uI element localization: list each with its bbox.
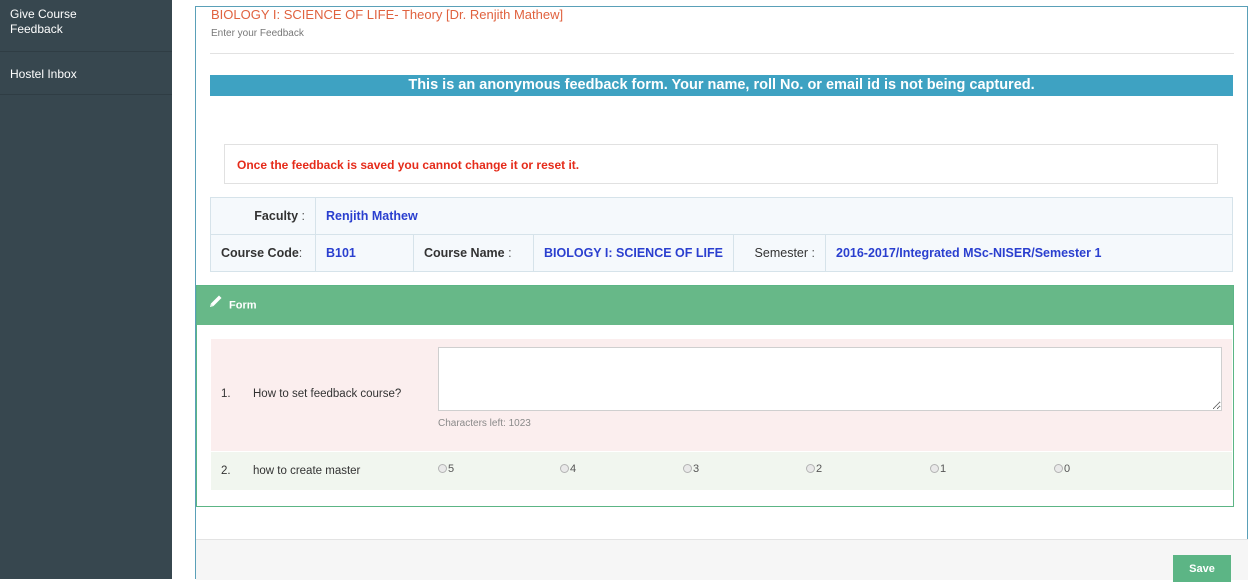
option-label: 0	[1064, 463, 1071, 475]
characters-left: Characters left: 1023	[438, 418, 531, 429]
radio-button[interactable]	[438, 464, 447, 473]
radio-button[interactable]	[930, 464, 939, 473]
main-content: BIOLOGY I: SCIENCE OF LIFE- Theory [Dr. …	[195, 6, 1248, 582]
form-title: Form	[229, 299, 257, 312]
feedback-textarea[interactable]	[438, 347, 1222, 411]
radio-button[interactable]	[560, 464, 569, 473]
pencil-icon	[209, 286, 223, 325]
radio-button[interactable]	[683, 464, 692, 473]
option-label: 1	[940, 463, 947, 475]
semester-value: 2016-2017/Integrated MSc-NISER/Semester …	[825, 234, 1233, 272]
form-footer: Save	[196, 539, 1248, 582]
faculty-label-text: Faculty	[254, 209, 299, 223]
sidebar-item-label: Hostel Inbox	[10, 67, 77, 81]
sidebar-item-hostel-inbox[interactable]: Hostel Inbox	[0, 52, 172, 95]
rating-option-3[interactable]: 3	[683, 463, 699, 475]
question-number: 1.	[221, 388, 231, 400]
course-info-table: Faculty : Renjith Mathew Course Code: B1…	[210, 197, 1233, 272]
option-label: 2	[816, 463, 823, 475]
form-header: Form	[197, 286, 1233, 325]
warning-message: Once the feedback is saved you cannot ch…	[224, 144, 1218, 184]
course-name-label-text: Course Name	[424, 246, 505, 260]
divider	[210, 53, 1234, 54]
semester-label-text: Semester	[754, 246, 809, 260]
faculty-value: Renjith Mathew	[315, 197, 1233, 235]
sidebar-item-give-course-feedback[interactable]: Give Course Feedback	[0, 0, 172, 52]
course-code-label: Course Code:	[210, 234, 316, 272]
question-number: 2.	[221, 465, 231, 477]
table-row: Course Code: B101 Course Name : BIOLOGY …	[210, 234, 1233, 272]
course-name-value: BIOLOGY I: SCIENCE OF LIFE	[533, 234, 734, 272]
rating-option-4[interactable]: 4	[560, 463, 576, 475]
page-title: BIOLOGY I: SCIENCE OF LIFE- Theory [Dr. …	[211, 7, 564, 22]
anonymous-banner: This is an anonymous feedback form. Your…	[210, 75, 1233, 96]
course-code-value: B101	[315, 234, 414, 272]
rating-option-0[interactable]: 0	[1054, 463, 1070, 475]
sidebar-item-label: Give Course Feedback	[10, 7, 77, 36]
course-code-label-text: Course Code	[221, 246, 299, 260]
feedback-form-panel: Form 1. How to set feedback course? Char…	[196, 285, 1234, 507]
sidebar: Give Course Feedback Hostel Inbox	[0, 0, 172, 579]
rating-option-1[interactable]: 1	[930, 463, 946, 475]
option-label: 4	[570, 463, 577, 475]
faculty-label: Faculty :	[210, 197, 316, 235]
option-label: 3	[693, 463, 700, 475]
question-row: 2. how to create master 5 4 3 2 1 0	[211, 452, 1232, 490]
semester-label: Semester :	[733, 234, 826, 272]
radio-button[interactable]	[1054, 464, 1063, 473]
course-name-label: Course Name :	[413, 234, 534, 272]
rating-option-5[interactable]: 5	[438, 463, 454, 475]
page-subtitle: Enter your Feedback	[211, 28, 304, 39]
question-text: how to create master	[253, 465, 361, 477]
radio-button[interactable]	[806, 464, 815, 473]
rating-option-2[interactable]: 2	[806, 463, 822, 475]
question-text: How to set feedback course?	[253, 388, 402, 400]
option-label: 5	[448, 463, 455, 475]
save-button[interactable]: Save	[1173, 555, 1231, 582]
question-row: 1. How to set feedback course? Character…	[211, 339, 1232, 451]
table-row: Faculty : Renjith Mathew	[210, 197, 1233, 235]
